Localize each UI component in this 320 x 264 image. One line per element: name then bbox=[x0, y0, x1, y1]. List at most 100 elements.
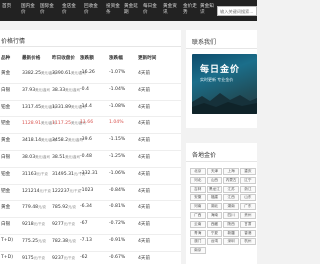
cell-name: 黄金 bbox=[1, 137, 10, 143]
region-tag[interactable]: 山西 bbox=[206, 176, 223, 184]
cell-prev: 38.33美元/盎司 bbox=[52, 87, 80, 93]
nav-item-news[interactable]: 黄金资讯 bbox=[163, 4, 181, 16]
cell-change: -332.31 bbox=[80, 171, 98, 176]
region-tag[interactable]: 黑龙江 bbox=[206, 185, 223, 193]
cell-price-value: 121214 bbox=[22, 188, 40, 194]
nav-item-investment[interactable]: 投资金条 bbox=[106, 4, 124, 16]
banner-image[interactable]: 每日金价 实时更新 专业金价 bbox=[192, 54, 257, 114]
table-row[interactable]: 黄金 3382.25美元/盎司 3390.61美元/盎司 -16.26 -1.07% 4天… bbox=[0, 67, 181, 84]
region-tag[interactable]: 云南 bbox=[190, 220, 206, 228]
price-table-panel: 价格行情 品种 最新价格 昨日收盘价 涨跌额 涨跌幅 更新时间 黄金 3382.2… bbox=[0, 30, 181, 264]
nav-sub: 价 bbox=[143, 10, 148, 15]
region-tag[interactable]: 河北 bbox=[190, 176, 206, 184]
search-input[interactable] bbox=[217, 6, 257, 16]
table-row[interactable]: T+D) 9175元/千克 9237元/千克 -62 -0.67% 4天前 bbox=[0, 252, 181, 264]
region-tag[interactable]: 安徽 bbox=[190, 194, 206, 202]
region-tag[interactable]: 天津 bbox=[206, 168, 223, 175]
cell-price-value: 3382.25 bbox=[22, 71, 41, 76]
banner-title: 每日金价 bbox=[200, 65, 241, 75]
cell-price-unit: 元/千克 bbox=[39, 188, 51, 193]
region-tag[interactable]: 贵州 bbox=[240, 212, 256, 219]
cell-name: 铂金 bbox=[1, 104, 10, 110]
region-tag[interactable]: 河南 bbox=[190, 203, 206, 211]
cell-name-value: 白银 bbox=[1, 87, 11, 93]
cell-price-value: 1317.45 bbox=[22, 104, 41, 110]
region-tag[interactable]: 青海 bbox=[190, 229, 206, 237]
cell-change-value: -7.13 bbox=[80, 238, 92, 243]
region-tag[interactable]: 广西 bbox=[190, 212, 206, 219]
region-tag[interactable]: 陕西 bbox=[223, 220, 239, 228]
region-tag[interactable]: 海南 bbox=[206, 212, 223, 219]
cell-time: 4天前 bbox=[138, 70, 150, 76]
table-row[interactable]: 白银 37.93美元/盎司 38.33美元/盎司 -0.4 -1.04% 4天前 bbox=[0, 84, 181, 101]
region-tag[interactable]: 西藏 bbox=[206, 220, 223, 228]
cell-time-value: 4天前 bbox=[138, 104, 151, 110]
nav-item-deferred[interactable]: 黄金延期 bbox=[124, 4, 142, 16]
region-tag[interactable]: 南京 bbox=[190, 247, 206, 255]
table-row[interactable]: 钯金 121214元/千克 122237元/千克 -1023 -0.84% 4天前 bbox=[0, 185, 181, 202]
region-tag[interactable]: 新疆 bbox=[223, 229, 239, 237]
region-tag[interactable]: 宁夏 bbox=[206, 229, 223, 237]
region-tag[interactable]: 浙江 bbox=[240, 185, 256, 193]
region-tag[interactable]: 吉林 bbox=[190, 185, 206, 193]
table-row[interactable]: T+D) 775.25元/克 782.38元/克 -7.13 -0.91% 4天前 bbox=[0, 235, 181, 252]
region-tag[interactable]: 辽宁 bbox=[240, 176, 256, 184]
cell-change: -7.13 bbox=[80, 238, 92, 243]
table-row[interactable]: 铂金 31163元/千克 31495.31 元/千克 -332.31 -1.06% 4天前 bbox=[0, 168, 181, 185]
region-tag[interactable]: 北京 bbox=[190, 168, 206, 175]
cell-time: 4天前 bbox=[138, 104, 150, 110]
nav-item-trend[interactable]: 金价走势 bbox=[183, 4, 201, 16]
cell-prev: 9277元/千克 bbox=[52, 221, 75, 227]
cell-time: 4天前 bbox=[138, 204, 150, 210]
region-tag[interactable]: 内蒙古 bbox=[223, 176, 239, 184]
nav-item-daily[interactable]: 每日金价 bbox=[143, 4, 161, 16]
nav-item-recycle[interactable]: 回收金价 bbox=[84, 4, 102, 16]
cell-name-value: 铂金 bbox=[1, 104, 11, 110]
region-tag[interactable]: 台湾 bbox=[206, 238, 223, 246]
nav-item-home[interactable]: 首页 bbox=[2, 4, 20, 10]
cell-pct: -1.04% bbox=[109, 87, 125, 92]
nav-item-international[interactable]: 国际金价 bbox=[40, 4, 58, 16]
header-pct: 涨跌幅 bbox=[109, 56, 123, 61]
cell-pct-value: -1.25% bbox=[109, 154, 126, 159]
table-row[interactable]: 钯金 1128.91美元/盎司 1117.25美元/盎司 11.66 1.04% 4天前 bbox=[0, 117, 181, 135]
region-tag[interactable]: 澳门 bbox=[190, 238, 206, 246]
cell-price-value: 31163 bbox=[22, 171, 37, 177]
region-tag[interactable]: 湖南 bbox=[223, 203, 239, 211]
region-tag[interactable]: 甘肃 bbox=[240, 220, 256, 228]
region-tag[interactable]: 广东 bbox=[240, 203, 256, 211]
table-row[interactable]: 白银 38.03美元/盎司 38.51美元/盎司 -0.48 -1.25% 4天前 bbox=[0, 151, 181, 168]
cell-price: 779.48元/克 bbox=[22, 204, 46, 210]
nav-sub: 条 bbox=[106, 10, 111, 15]
region-tag[interactable]: 福建 bbox=[206, 194, 223, 202]
cell-prev-value: 3390.61 bbox=[52, 71, 71, 76]
cell-name: 白银 bbox=[1, 221, 10, 227]
table-row[interactable]: 黄金 779.48元/克 785.92元/克 -6.34 -0.81% 4天前 bbox=[0, 201, 181, 219]
region-tag[interactable]: 江苏 bbox=[223, 185, 239, 193]
region-tag[interactable]: 深圳 bbox=[223, 238, 239, 246]
table-row[interactable]: 铂金 1317.45美元/盎司 1331.89美元/盎司 -14.4 -1.08% 4天前 bbox=[0, 101, 181, 118]
header-change: 涨跌额 bbox=[80, 56, 94, 61]
nav-item-knowledge[interactable]: 黄金知识 bbox=[200, 4, 218, 16]
region-tag[interactable]: 香港 bbox=[240, 229, 256, 237]
cell-time: 4天前 bbox=[138, 221, 150, 227]
nav-label: 国际金 bbox=[40, 4, 54, 9]
region-tag[interactable]: 四川 bbox=[223, 212, 239, 219]
cell-name: T+D) bbox=[1, 255, 13, 260]
cell-pct-value: -0.67% bbox=[109, 254, 126, 260]
nav-item-domestic[interactable]: 国内金价 bbox=[21, 4, 39, 16]
region-tag[interactable]: 上海 bbox=[223, 168, 239, 175]
table-row[interactable]: 黄金 3418.14美元/盎司 3458.2美元/盎司 -39.6 -1.15% 4天前 bbox=[0, 134, 181, 151]
region-tag[interactable]: 江西 bbox=[223, 194, 239, 202]
region-tag[interactable]: 重庆 bbox=[240, 168, 256, 175]
nav-label: 金价走 bbox=[183, 4, 197, 9]
region-tag[interactable]: 湖北 bbox=[206, 203, 223, 211]
cell-name: 钯金 bbox=[1, 188, 10, 194]
cell-pct: -0.72% bbox=[109, 221, 125, 226]
region-tag[interactable]: 山东 bbox=[240, 194, 256, 202]
table-row[interactable]: 白银 9218元/千克 9277元/千克 -67 -0.72% 4天前 bbox=[0, 218, 181, 235]
cell-change: -62 bbox=[80, 255, 88, 260]
cell-name: 铂金 bbox=[1, 171, 10, 177]
region-tag[interactable]: 杭州 bbox=[240, 238, 256, 246]
nav-item-store[interactable]: 金店金价 bbox=[62, 4, 80, 16]
